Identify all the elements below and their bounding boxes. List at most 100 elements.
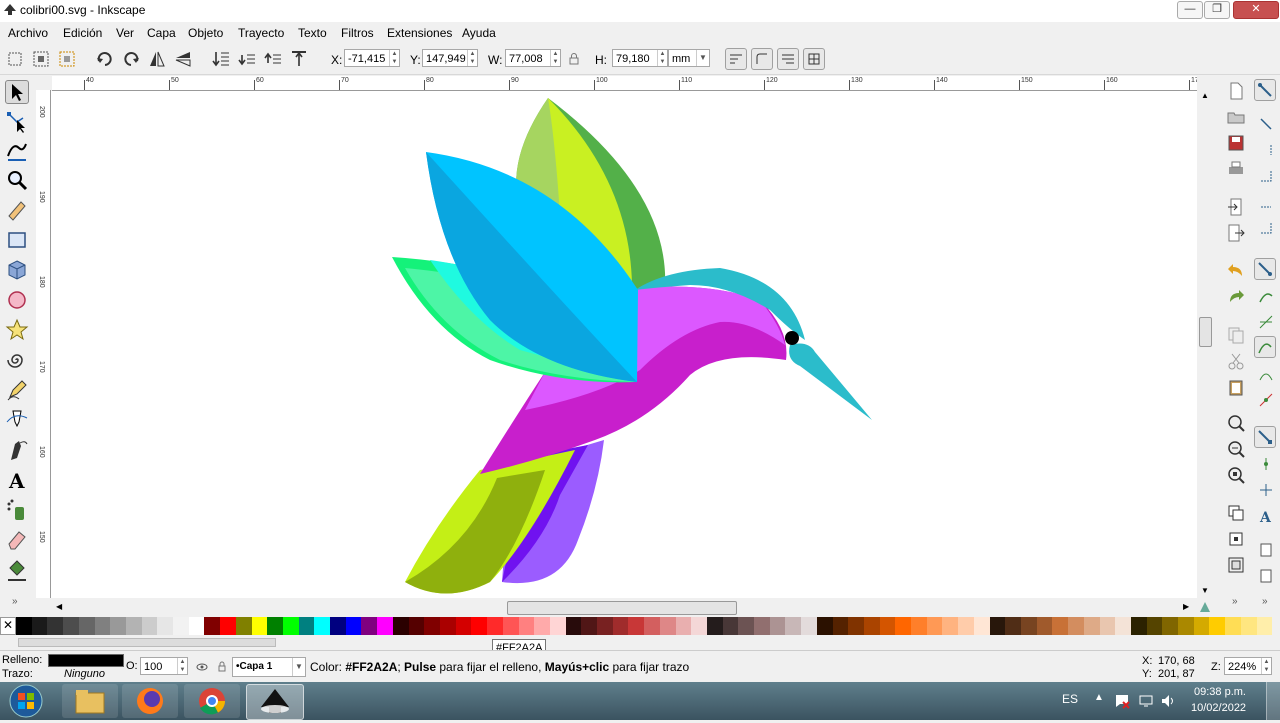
rotate-cw-icon[interactable]	[121, 49, 141, 69]
taskbar-explorer[interactable]	[62, 684, 118, 718]
palette-swatch[interactable]	[1083, 617, 1100, 635]
palette-swatch[interactable]	[1036, 617, 1053, 635]
palette-swatch[interactable]	[377, 617, 393, 635]
palette-swatch[interactable]	[63, 617, 79, 635]
palette-swatch[interactable]	[769, 617, 786, 635]
palette-swatch[interactable]	[1240, 617, 1257, 635]
palette-swatch[interactable]	[141, 617, 158, 635]
menu-ayuda[interactable]: Ayuda	[462, 26, 496, 40]
clock-time[interactable]: 09:38 p.m.	[1194, 686, 1246, 698]
scroll-up-icon[interactable]: ▲	[1201, 91, 1209, 100]
menu-extensiones[interactable]: Extensiones	[387, 26, 452, 40]
scroll-down-icon[interactable]: ▼	[1201, 586, 1209, 595]
palette-swatch[interactable]	[597, 617, 613, 635]
menu-texto[interactable]: Texto	[298, 26, 327, 40]
taskbar-chrome[interactable]	[184, 684, 240, 718]
action-center-icon[interactable]	[1114, 693, 1130, 709]
palette-swatch[interactable]	[863, 617, 880, 635]
snap-midpoints-icon[interactable]	[1258, 392, 1274, 408]
network-icon[interactable]	[1138, 693, 1154, 709]
palette-swatch[interactable]	[157, 617, 174, 635]
clock-date[interactable]: 10/02/2022	[1191, 702, 1246, 714]
palette-swatch[interactable]	[487, 617, 503, 635]
clone-icon[interactable]	[1226, 529, 1246, 549]
group-icon[interactable]	[1226, 555, 1246, 575]
language-indicator[interactable]: ES	[1062, 692, 1078, 706]
palette-swatch[interactable]	[1068, 617, 1084, 635]
palette-swatch[interactable]	[895, 617, 912, 635]
palette-swatch[interactable]	[926, 617, 943, 635]
palette-swatch[interactable]	[502, 617, 519, 635]
palette-swatch[interactable]	[1256, 617, 1273, 635]
snap-cusp-toggle[interactable]	[1254, 336, 1276, 358]
palette-swatch[interactable]	[31, 617, 48, 635]
import-icon[interactable]	[1226, 197, 1246, 217]
fill-swatch[interactable]	[48, 654, 124, 667]
menu-capa[interactable]: Capa	[147, 26, 176, 40]
select-all-icon[interactable]	[5, 49, 25, 69]
undo-icon[interactable]	[1226, 261, 1246, 281]
palette-swatch[interactable]	[785, 617, 802, 635]
close-button[interactable]: ✕	[1233, 1, 1279, 19]
spiral-tool[interactable]	[5, 348, 29, 372]
snap-toggle[interactable]	[1254, 79, 1276, 101]
horizontal-scrollbar[interactable]: ◀ ▶	[52, 600, 1197, 616]
palette-swatch[interactable]	[173, 617, 189, 635]
x-input[interactable]: -71,415 ▲ ▼	[344, 49, 400, 67]
palette-swatch[interactable]	[78, 617, 95, 635]
save-icon[interactable]	[1226, 133, 1246, 153]
menu-objeto[interactable]: Objeto	[188, 26, 223, 40]
palette-swatch[interactable]	[392, 617, 409, 635]
palette-swatch[interactable]	[738, 617, 755, 635]
palette-swatch[interactable]	[1193, 617, 1210, 635]
palette-swatch[interactable]	[408, 617, 425, 635]
snap-bbox-edge-icon[interactable]	[1258, 142, 1274, 158]
scroll-right-icon[interactable]: ▶	[1183, 602, 1189, 611]
palette-swatch[interactable]	[282, 617, 299, 635]
palette-swatch[interactable]	[16, 617, 32, 635]
palette-swatch[interactable]	[47, 617, 64, 635]
palette-swatch[interactable]	[973, 617, 990, 635]
calligraphy-tool[interactable]	[5, 438, 29, 462]
vertical-scroll-thumb[interactable]	[1199, 317, 1212, 347]
h-input[interactable]: 79,180 ▲ ▼	[612, 49, 668, 67]
palette-swatch[interactable]	[455, 617, 472, 635]
palette-swatch[interactable]	[204, 617, 221, 635]
palette-swatch[interactable]	[267, 617, 283, 635]
palette-swatch[interactable]	[675, 617, 692, 635]
lower-to-bottom-icon[interactable]	[211, 49, 231, 69]
palette-swatch[interactable]	[1225, 617, 1241, 635]
taskbar-firefox[interactable]	[122, 684, 178, 718]
palette-swatch[interactable]	[659, 617, 676, 635]
measure-tool[interactable]	[5, 198, 29, 222]
drawing-canvas[interactable]	[51, 91, 1197, 598]
palette-swatch[interactable]	[1130, 617, 1147, 635]
palette-swatch[interactable]	[549, 617, 566, 635]
palette-swatch[interactable]	[125, 617, 142, 635]
palette-swatch[interactable]	[330, 617, 346, 635]
palette-scroll-thumb[interactable]	[18, 638, 276, 647]
minimize-button[interactable]: —	[1177, 1, 1203, 19]
show-hidden-icons-icon[interactable]: ▲	[1094, 692, 1104, 703]
show-desktop-button[interactable]	[1266, 682, 1280, 720]
snap-bbox-corner-icon[interactable]	[1258, 168, 1274, 184]
palette-swatch[interactable]	[188, 617, 205, 635]
snap-nodes-toggle[interactable]	[1254, 258, 1276, 280]
scale-stroke-toggle[interactable]	[725, 48, 747, 70]
palette-swatch[interactable]	[314, 617, 331, 635]
w-input[interactable]: 77,008 ▲ ▼	[505, 49, 561, 67]
menu-edicion[interactable]: Edición	[63, 26, 102, 40]
palette-swatch[interactable]	[534, 617, 550, 635]
palette-swatch[interactable]	[1146, 617, 1163, 635]
ellipse-tool[interactable]	[5, 288, 29, 312]
menu-filtros[interactable]: Filtros	[341, 26, 374, 40]
unit-select[interactable]: mm ▼	[668, 49, 710, 67]
stroke-value[interactable]: Ninguno	[64, 668, 105, 680]
restore-button[interactable]: ❐	[1204, 1, 1230, 19]
palette-swatch[interactable]	[1021, 617, 1037, 635]
palette-swatch[interactable]	[754, 617, 770, 635]
deselect-icon[interactable]	[57, 49, 77, 69]
pen-tool[interactable]	[5, 408, 29, 432]
selector-tool[interactable]	[5, 80, 29, 104]
layer-lock-icon[interactable]	[216, 660, 228, 672]
